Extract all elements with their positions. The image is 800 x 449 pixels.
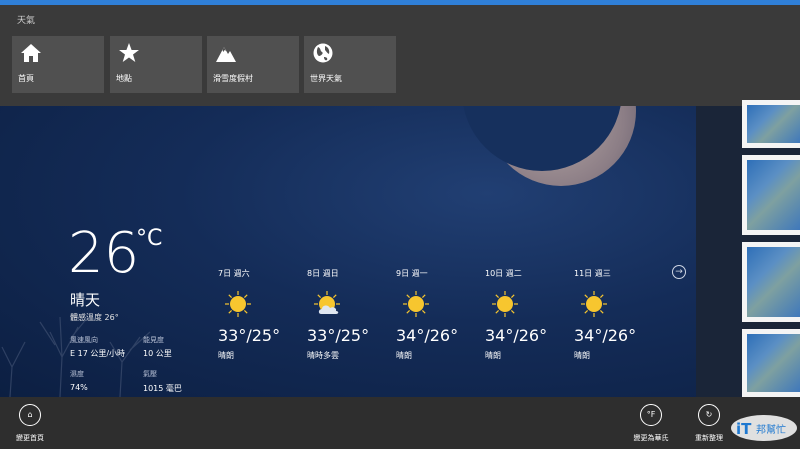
map-image	[747, 160, 800, 230]
nav-tile-ski-resorts[interactable]: 滑雪度假村	[207, 36, 299, 93]
nav-tile-home[interactable]: 首頁	[12, 36, 104, 93]
forecast-date: 11日 週三	[574, 269, 611, 278]
visibility-value: 10 公里	[143, 349, 172, 358]
star-icon	[119, 43, 139, 62]
humidity-label: 濕度	[70, 370, 84, 378]
wind-label: 風速風向	[70, 336, 98, 344]
map-thumbnail[interactable]	[742, 100, 800, 148]
refresh-icon: ↻	[698, 404, 720, 426]
feels-like: 體感溫度 26°	[70, 313, 119, 322]
forecast-desc: 晴朗	[574, 351, 590, 360]
sun-icon	[492, 291, 518, 317]
nav-tile-label: 世界天氣	[310, 74, 342, 83]
svg-text:iT: iT	[736, 420, 752, 438]
humidity-value: 74%	[70, 383, 88, 392]
current-temperature: 26	[68, 221, 140, 286]
next-arrow-icon[interactable]: →	[672, 265, 686, 279]
forecast-desc: 晴時多雲	[307, 351, 339, 360]
map-thumbnail[interactable]	[742, 242, 800, 322]
forecast-temps: 33°/25°	[307, 326, 370, 345]
home-icon: ⌂	[19, 404, 41, 426]
set-home-button[interactable]: ⌂ 變更首頁	[0, 404, 60, 446]
ithome-watermark-logo: iT 邦幫忙	[731, 415, 797, 441]
wind-value: E 17 公里/小時	[70, 349, 126, 358]
nav-bar: 天氣 首頁 地點 滑雪度假村 世界天氣	[0, 5, 800, 106]
forecast-day[interactable]: 11日 週三 34°/26° 晴朗	[574, 268, 654, 360]
globe-icon	[313, 43, 333, 63]
forecast-desc: 晴朗	[396, 351, 412, 360]
forecast-temps: 34°/26°	[574, 326, 637, 345]
sun-icon	[581, 291, 607, 317]
forecast-date: 9日 週一	[396, 269, 428, 278]
map-image	[747, 334, 800, 392]
forecast-desc: 晴朗	[218, 351, 234, 360]
forecast-temps: 34°/26°	[485, 326, 548, 345]
svg-text:邦幫忙: 邦幫忙	[756, 423, 786, 436]
fahrenheit-label: 變更為華氏	[633, 434, 669, 442]
home-icon	[21, 44, 41, 62]
forecast-date: 7日 週六	[218, 269, 250, 278]
forecast-day[interactable]: 7日 週六 33°/25° 晴朗	[218, 268, 298, 360]
temperature-unit: °C	[136, 226, 163, 251]
forecast-date: 8日 週日	[307, 269, 339, 278]
mountain-icon	[216, 47, 236, 62]
forecast-temps: 34°/26°	[396, 326, 459, 345]
sun-icon	[403, 291, 429, 317]
set-home-label: 變更首頁	[16, 434, 44, 442]
app-title: 天氣	[17, 16, 36, 26]
sun-cloud-icon	[314, 291, 340, 314]
map-thumbnail[interactable]	[742, 329, 800, 397]
forecast-day[interactable]: 8日 週日 33°/25° 晴時多雲	[307, 268, 387, 360]
map-image	[747, 247, 800, 317]
nav-tile-label: 地點	[116, 74, 132, 83]
fahrenheit-button[interactable]: °F 變更為華氏	[621, 404, 681, 446]
nav-tile-world-weather[interactable]: 世界天氣	[304, 36, 396, 93]
forecast-date: 10日 週二	[485, 269, 522, 278]
nav-tile-label: 滑雪度假村	[213, 74, 253, 83]
weather-hero-panel: 26 °C 晴天 體感溫度 26° 風速風向 E 17 公里/小時 能見度 10…	[0, 106, 696, 397]
nav-tile-label: 首頁	[18, 74, 34, 83]
fahrenheit-icon: °F	[640, 404, 662, 426]
forecast-desc: 晴朗	[485, 351, 501, 360]
app-bar: ⌂ 變更首頁 °F 變更為華氏 ↻ 重新整理	[0, 397, 800, 449]
sun-icon	[225, 291, 251, 317]
nav-tile-places[interactable]: 地點	[110, 36, 202, 93]
visibility-label: 能見度	[143, 336, 164, 344]
pressure-value: 1015 毫巴	[143, 384, 182, 393]
pressure-label: 氣壓	[143, 370, 157, 378]
forecast-day[interactable]: 9日 週一 34°/26° 晴朗	[396, 268, 476, 360]
map-thumbnail[interactable]	[742, 155, 800, 235]
current-condition: 晴天	[70, 291, 101, 309]
forecast-temps: 33°/25°	[218, 326, 281, 345]
forecast-day[interactable]: 10日 週二 34°/26° 晴朗	[485, 268, 565, 360]
map-image	[747, 105, 800, 143]
